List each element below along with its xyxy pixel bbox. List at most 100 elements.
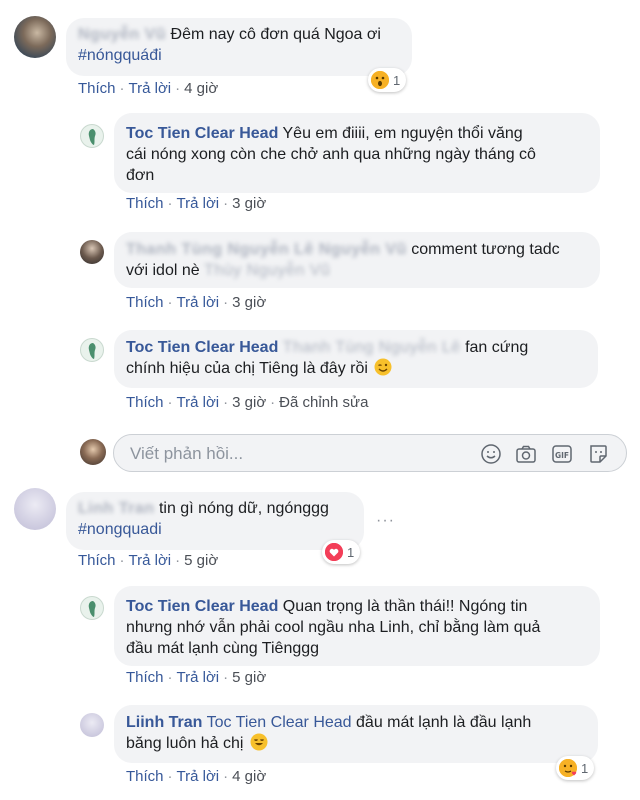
reply-text: băng luôn hả chị bbox=[126, 735, 244, 752]
reply-input[interactable] bbox=[128, 443, 462, 465]
separator-dot: · bbox=[167, 394, 173, 411]
reply-text: Yêu em điiii, em nguyện thổi văng bbox=[282, 125, 523, 142]
separator-dot: · bbox=[175, 552, 181, 569]
reply-actions: Thích · Trả lời · 3 giờ · Đã chỉnh sửa bbox=[126, 394, 368, 411]
separator-dot: · bbox=[223, 669, 229, 686]
reply-author[interactable]: Toc Tien Clear Head bbox=[126, 339, 278, 356]
reply-link[interactable]: Trả lời bbox=[129, 552, 172, 569]
reaction-count: 1 bbox=[581, 760, 589, 776]
reply-text: comment tương tadc bbox=[411, 241, 560, 258]
separator-dot: · bbox=[223, 394, 229, 411]
mention-link[interactable]: Thùy Nguyễn Vũ bbox=[204, 260, 330, 281]
reply-text: đầu mát lạnh cùng Tiênggg bbox=[126, 640, 320, 657]
more-options-button[interactable]: ··· bbox=[376, 512, 395, 530]
reply-avatar[interactable] bbox=[80, 240, 104, 264]
comment-bubble: Nguyễn Vũ Đêm nay cô đơn quá Ngoa ơi #nó… bbox=[66, 18, 412, 76]
reply-bubble: Thanh Tùng Nguyễn Lê Nguyễn Vũ comment t… bbox=[114, 232, 600, 288]
like-link[interactable]: Thích bbox=[126, 195, 164, 212]
separator-dot: · bbox=[119, 80, 125, 97]
separator-dot: · bbox=[223, 768, 229, 785]
reply-link[interactable]: Trả lời bbox=[177, 294, 220, 311]
reply-text: fan cứng bbox=[465, 339, 529, 356]
commenter-avatar[interactable] bbox=[14, 488, 56, 530]
mention-link[interactable]: Thanh Tùng Nguyễn Lê bbox=[283, 337, 461, 358]
reply-avatar[interactable] bbox=[80, 338, 104, 362]
reply-link[interactable]: Trả lời bbox=[177, 195, 220, 212]
reaction-summary[interactable]: 1 bbox=[322, 540, 361, 564]
reply-actions: Thích · Trả lời · 4 giờ bbox=[126, 768, 266, 785]
comment-text: Đêm nay cô đơn quá Ngoa ơi bbox=[170, 26, 381, 43]
separator-dot: · bbox=[167, 195, 173, 212]
emoji-icon[interactable] bbox=[480, 443, 502, 465]
commenter-avatar[interactable] bbox=[14, 16, 56, 58]
wink-emoji-icon bbox=[374, 358, 392, 382]
gif-icon[interactable]: GIF bbox=[551, 443, 573, 465]
reply-link[interactable]: Trả lời bbox=[129, 80, 172, 97]
separator-dot: · bbox=[223, 294, 229, 311]
separator-dot: · bbox=[119, 552, 125, 569]
reply-actions: Thích · Trả lời · 5 giờ bbox=[126, 669, 266, 686]
reply-bubble: Liinh Tran Toc Tien Clear Head đầu mát l… bbox=[114, 705, 598, 763]
edited-label[interactable]: Đã chỉnh sửa bbox=[279, 394, 368, 411]
separator-dot: · bbox=[175, 80, 181, 97]
reaction-summary[interactable]: 1 bbox=[368, 68, 407, 92]
reply-author[interactable]: Thanh Tùng Nguyễn Lê Nguyễn Vũ bbox=[126, 239, 407, 260]
hashtag-link[interactable]: #nongquadi bbox=[78, 521, 162, 538]
reply-avatar[interactable] bbox=[80, 713, 104, 737]
reaction-count: 1 bbox=[393, 72, 401, 88]
timestamp[interactable]: 4 giờ bbox=[232, 768, 266, 785]
reply-avatar[interactable] bbox=[80, 124, 104, 148]
timestamp[interactable]: 5 giờ bbox=[232, 669, 266, 686]
reply-author[interactable]: Toc Tien Clear Head bbox=[126, 125, 278, 142]
comment-author[interactable]: Nguyễn Vũ bbox=[78, 24, 166, 45]
reply-text: cái nóng xong còn che chở anh qua những … bbox=[126, 146, 536, 163]
timestamp[interactable]: 3 giờ bbox=[232, 394, 266, 411]
like-link[interactable]: Thích bbox=[126, 768, 164, 785]
reply-link[interactable]: Trả lời bbox=[177, 768, 220, 785]
timestamp[interactable]: 4 giờ bbox=[184, 80, 218, 97]
comment-text: tin gì nóng dữ, ngónggg bbox=[158, 500, 329, 517]
reaction-count: 1 bbox=[347, 544, 355, 560]
reply-author[interactable]: Toc Tien Clear Head bbox=[126, 598, 278, 615]
reply-text: đơn bbox=[126, 167, 155, 184]
camera-icon[interactable] bbox=[515, 443, 537, 465]
reaction-summary[interactable]: 1 bbox=[556, 756, 595, 780]
separator-dot: · bbox=[223, 195, 229, 212]
like-link[interactable]: Thích bbox=[126, 669, 164, 686]
reply-link[interactable]: Trả lời bbox=[177, 394, 220, 411]
mention-link[interactable]: Toc Tien Clear Head bbox=[207, 714, 352, 731]
care-emoji-icon bbox=[559, 759, 577, 777]
like-link[interactable]: Thích bbox=[126, 394, 164, 411]
timestamp[interactable]: 5 giờ bbox=[184, 552, 218, 569]
reply-text: với idol nè bbox=[126, 262, 200, 279]
reply-author[interactable]: Liinh Tran bbox=[126, 714, 202, 731]
reply-bubble: Toc Tien Clear Head Yêu em điiii, em ngu… bbox=[114, 113, 600, 193]
separator-dot: · bbox=[167, 768, 173, 785]
reply-bubble: Toc Tien Clear Head Thanh Tùng Nguyễn Lê… bbox=[114, 330, 598, 388]
reply-actions: Thích · Trả lời · 3 giờ bbox=[126, 195, 266, 212]
reply-text: Quan trọng là thần thái!! Ngóng tin bbox=[282, 598, 528, 615]
like-link[interactable]: Thích bbox=[126, 294, 164, 311]
reply-avatar[interactable] bbox=[80, 596, 104, 620]
separator-dot: · bbox=[167, 669, 173, 686]
hashtag-link[interactable]: #nóngquáđi bbox=[78, 47, 162, 64]
current-user-avatar bbox=[80, 439, 106, 465]
reply-text: chính hiệu của chị Tiêng là đây rồi bbox=[126, 360, 368, 377]
reply-box[interactable]: GIF bbox=[113, 434, 627, 472]
timestamp[interactable]: 3 giờ bbox=[232, 294, 266, 311]
grin-emoji-icon bbox=[250, 733, 268, 757]
sticker-icon[interactable] bbox=[587, 443, 609, 465]
like-link[interactable]: Thích bbox=[78, 80, 116, 97]
like-link[interactable]: Thích bbox=[78, 552, 116, 569]
reply-bubble: Toc Tien Clear Head Quan trọng là thần t… bbox=[114, 586, 600, 666]
comment-author[interactable]: Linh Tran bbox=[78, 498, 155, 519]
svg-text:GIF: GIF bbox=[555, 451, 569, 460]
wow-emoji-icon bbox=[371, 71, 389, 89]
reply-link[interactable]: Trả lời bbox=[177, 669, 220, 686]
comment-actions: Thích · Trả lời · 5 giờ bbox=[78, 552, 218, 569]
comment-actions: Thích · Trả lời · 4 giờ bbox=[78, 80, 218, 97]
reply-text: nhưng nhớ vẫn phải cool ngầu nha Linh, c… bbox=[126, 619, 541, 636]
timestamp[interactable]: 3 giờ bbox=[232, 195, 266, 212]
reply-actions: Thích · Trả lời · 3 giờ bbox=[126, 294, 266, 311]
reply-text: đầu mát lạnh là đầu lạnh bbox=[356, 714, 532, 731]
